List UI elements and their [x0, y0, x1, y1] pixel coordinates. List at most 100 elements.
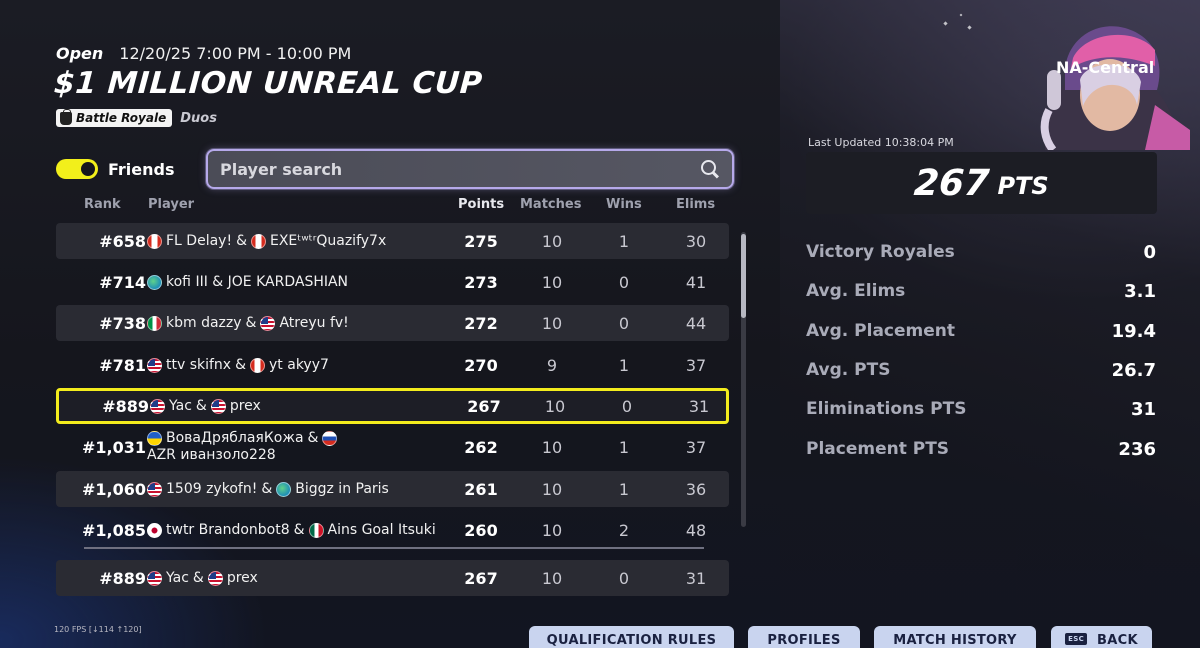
rank-cell: #1,060: [81, 479, 146, 499]
back-label: BACK: [1097, 633, 1138, 648]
player-cell: 1509 zykofn! & Biggz in Paris: [147, 481, 447, 498]
country-flag-icon: [308, 522, 324, 538]
player-cell: Yac & prex: [150, 398, 450, 415]
wins-cell: 1: [618, 479, 630, 499]
player-cell: kbm dazzy & Atreyu fv!: [147, 315, 447, 332]
stat-value: 0: [1143, 241, 1156, 263]
back-button[interactable]: ESC BACK: [1051, 626, 1152, 648]
total-points-unit: PTS: [997, 172, 1049, 200]
elims-cell: 31: [685, 568, 707, 588]
country-flag-icon: [322, 431, 338, 446]
stat-label: Eliminations PTS: [806, 399, 967, 419]
points-cell: 275: [464, 231, 498, 251]
points-cell: 261: [464, 479, 498, 499]
pinned-player-row[interactable]: #889 Yac & prex 267 10 0 31: [56, 560, 729, 596]
wins-cell: 0: [621, 396, 633, 416]
wins-cell: 1: [618, 437, 630, 457]
country-flag-icon: [260, 315, 276, 331]
elims-cell: 37: [685, 355, 707, 375]
search-icon[interactable]: [700, 159, 720, 179]
player-name: Ains Goal Itsuki: [327, 521, 436, 538]
leaderboard-row[interactable]: #714 kofi III & JOE KARDASHIAN 273 10 0 41: [56, 264, 729, 300]
ampersand: &: [307, 430, 319, 446]
player-name: ВоваДряблаяКожа: [166, 430, 304, 446]
mode-label: Battle Royale: [76, 111, 167, 125]
event-meta: Open 12/20/25 7:00 PM - 10:00 PM: [56, 44, 351, 63]
ampersand: &: [195, 397, 207, 414]
stat-value: 19.4: [1111, 320, 1156, 342]
ampersand: &: [235, 356, 247, 373]
rank-cell: #1,085: [81, 520, 146, 540]
divider: [84, 547, 704, 549]
stat-label: Avg. Placement: [806, 321, 956, 341]
stat-label: Avg. PTS: [806, 360, 891, 380]
country-flag-icon: [147, 522, 162, 538]
mode-badge: Battle Royale: [56, 108, 173, 127]
elims-cell: 36: [685, 479, 707, 499]
leaderboard-row[interactable]: #658 FL Delay! & EXEᵗʷᵗʳQuazify7x 275 10 1 30: [56, 223, 729, 259]
points-cell: 267: [467, 396, 501, 416]
wins-cell: 1: [618, 231, 630, 251]
country-flag-icon: [147, 431, 162, 446]
total-points-box: 267 PTS: [806, 152, 1157, 214]
stat-value: 3.1: [1124, 280, 1156, 302]
leaderboard-row[interactable]: #1,085 twtr Brandonbot8 & Ains Goal Itsuki 2…: [56, 512, 729, 548]
event-status: Open: [56, 44, 104, 63]
country-flag-icon: [147, 233, 162, 249]
last-updated: Last Updated 10:38:04 PM: [808, 136, 954, 149]
player-search-box[interactable]: [206, 149, 734, 189]
toggle-knob: [81, 162, 95, 176]
match-history-button[interactable]: MATCH HISTORY: [874, 626, 1036, 648]
toggle-switch[interactable]: [56, 159, 98, 179]
friends-toggle[interactable]: Friends: [56, 159, 175, 179]
leaderboard-scrollbar[interactable]: [741, 232, 746, 527]
rank-cell: #1,031: [81, 437, 146, 457]
matches-cell: 9: [546, 355, 558, 375]
esc-key-icon: ESC: [1065, 633, 1088, 645]
qualification-rules-button[interactable]: QUALIFICATION RULES: [529, 626, 734, 648]
money-bag-icon: [60, 108, 72, 125]
matches-cell: 10: [541, 272, 563, 292]
country-flag-icon: [250, 233, 266, 249]
stat-row-avg-pts: Avg. PTS 26.7: [806, 357, 1156, 383]
matches-cell: 10: [541, 437, 563, 457]
elims-cell: 41: [685, 272, 707, 292]
event-title: $1 MILLION UNREAL CUP: [52, 66, 484, 101]
player-search-input[interactable]: [220, 159, 700, 179]
leaderboard-row[interactable]: #1,060 1509 zykofn! & Biggz in Paris 261 10 1 3…: [56, 471, 729, 507]
elims-cell: 37: [685, 437, 707, 457]
player-name: yt akyy7: [269, 356, 329, 373]
column-header-matches: Matches: [520, 197, 582, 212]
rank-cell: #714: [99, 272, 146, 292]
friends-label: Friends: [108, 159, 175, 179]
leaderboard-row-current-player[interactable]: #889 Yac & prex 267 10 0 31: [56, 388, 729, 424]
player-name: ttv skifnx: [166, 356, 232, 373]
stat-row-victory-royales: Victory Royales 0: [806, 239, 1156, 265]
player-cell: twtr Brandonbot8 & Ains Goal Itsuki: [147, 522, 447, 539]
column-header-elims: Elims: [676, 197, 716, 212]
country-flag-icon: [147, 570, 162, 586]
leaderboard-row[interactable]: #781 ttv skifnx & yt akyy7 270 9 1 37: [56, 347, 729, 383]
player-name: kofi III & JOE KARDASHIAN: [166, 273, 349, 290]
player-avatar-image: [1040, 26, 1190, 150]
rank-cell: #658: [99, 231, 146, 251]
country-flag-icon: [147, 481, 162, 497]
column-header-points: Points: [458, 197, 505, 212]
matches-cell: 10: [544, 396, 566, 416]
points-cell: 260: [464, 520, 498, 540]
leaderboard-row[interactable]: #738 kbm dazzy & Atreyu fv! 272 10 0 44: [56, 305, 729, 341]
player-name: prex: [229, 397, 261, 414]
scrollbar-thumb[interactable]: [741, 234, 746, 318]
player-name: prex: [226, 569, 258, 586]
ampersand: &: [236, 232, 247, 249]
player-name: Yac: [166, 569, 189, 586]
wins-cell: 0: [618, 568, 630, 588]
elims-cell: 30: [685, 231, 707, 251]
player-cell: ВоваДряблаяКожа & AZR иванзоло228: [147, 430, 447, 464]
player-name: kbm dazzy: [166, 314, 242, 331]
stat-label: Placement PTS: [806, 439, 950, 459]
leaderboard-row[interactable]: #1,031 ВоваДряблаяКожа & AZR иванзоло228 262…: [56, 429, 729, 465]
profiles-button[interactable]: PROFILES: [748, 626, 860, 648]
matches-cell: 10: [541, 479, 563, 499]
player-name: Atreyu fv!: [279, 314, 349, 331]
